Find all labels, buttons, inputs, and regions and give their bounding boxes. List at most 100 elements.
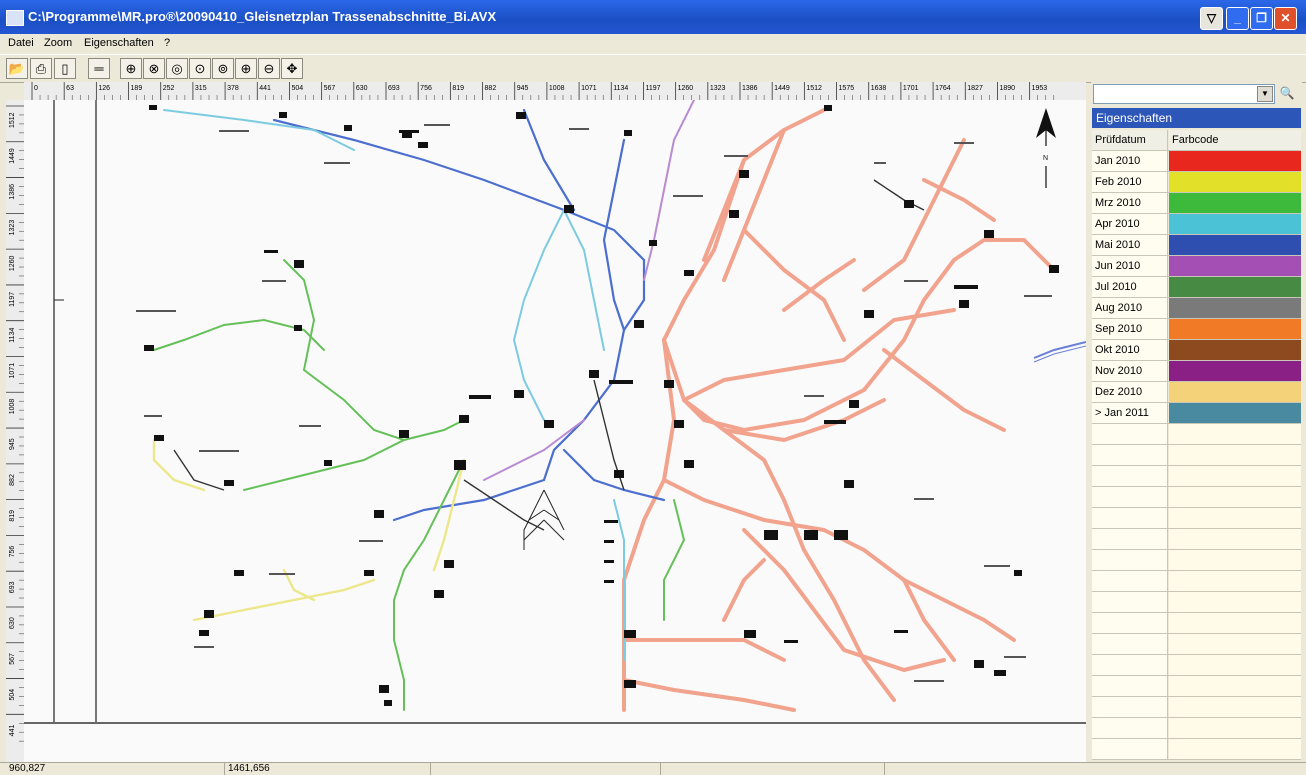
ruler-left-label: 1134 bbox=[9, 328, 16, 343]
zoom-extent-icon[interactable]: ⊙ bbox=[189, 58, 211, 79]
junction-detail bbox=[523, 489, 565, 550]
measure-icon[interactable]: ═ bbox=[88, 58, 110, 79]
empty-cell bbox=[1169, 466, 1301, 486]
legend-row[interactable]: Apr 2010 bbox=[1092, 214, 1301, 235]
status-cell-3 bbox=[430, 763, 660, 775]
ruler-top-label: 1323 bbox=[710, 85, 726, 92]
legend-color-swatch bbox=[1169, 277, 1301, 297]
ruler-top-label: 0 bbox=[34, 85, 38, 92]
zoom-previous-icon[interactable]: ⊚ bbox=[212, 58, 234, 79]
legend-row[interactable]: Jul 2010 bbox=[1092, 277, 1301, 298]
ruler-left-label: 1260 bbox=[9, 255, 16, 271]
legend-date-label: Nov 2010 bbox=[1092, 361, 1168, 381]
legend-empty-row bbox=[1092, 718, 1301, 739]
legend-date-label: Feb 2010 bbox=[1092, 172, 1168, 192]
ruler-top-label: 1890 bbox=[999, 85, 1015, 92]
blue-lines bbox=[272, 108, 666, 522]
print-preview-icon[interactable]: ▯ bbox=[54, 58, 76, 79]
ruler-top-label: 1512 bbox=[806, 85, 822, 92]
status-bar: 960,827 1461,656 bbox=[0, 762, 1306, 775]
legend-color-swatch bbox=[1169, 403, 1301, 423]
legend-color-swatch bbox=[1169, 172, 1301, 192]
window-title: C:\Programme\MR.pro®\20090410_Gleisnetzp… bbox=[28, 9, 497, 24]
ruler-top-label: 567 bbox=[324, 85, 336, 92]
empty-cell bbox=[1092, 508, 1168, 528]
ruler-top-label: 252 bbox=[163, 85, 175, 92]
ruler-left-label: 882 bbox=[9, 474, 16, 486]
ruler-top-label: 1134 bbox=[613, 85, 628, 92]
ruler-left-label: 819 bbox=[9, 510, 16, 522]
ruler-top-label: 882 bbox=[485, 85, 497, 92]
legend-date-label: Dez 2010 bbox=[1092, 382, 1168, 402]
legend-date-label: Okt 2010 bbox=[1092, 340, 1168, 360]
empty-cell bbox=[1092, 697, 1168, 717]
menu-zoom[interactable]: Zoom bbox=[44, 37, 72, 49]
legend-empty-row bbox=[1092, 445, 1301, 466]
menu-eigenschaften[interactable]: Eigenschaften bbox=[84, 37, 154, 49]
ruler-top-label: 63 bbox=[66, 85, 74, 92]
legend-empty-row bbox=[1092, 508, 1301, 529]
title-bar: C:\Programme\MR.pro®\20090410_Gleisnetzp… bbox=[0, 0, 1306, 34]
ruler-top-svg: 0 63 126 189 252 315 378 441 504 567 630 693 756 819 8… bbox=[31, 82, 1055, 100]
empty-cell bbox=[1092, 676, 1168, 696]
legend-color-swatch bbox=[1169, 298, 1301, 318]
ruler-left-label: 567 bbox=[9, 653, 16, 665]
empty-cell bbox=[1092, 718, 1168, 738]
legend-date-label: Jun 2010 bbox=[1092, 256, 1168, 276]
ruler-top-label: 441 bbox=[259, 85, 271, 92]
menu-help[interactable]: ? bbox=[164, 37, 170, 49]
zoom-window-icon[interactable]: ⊗ bbox=[143, 58, 165, 79]
ruler-left-label: 1386 bbox=[9, 184, 16, 200]
legend-empty-row bbox=[1092, 613, 1301, 634]
legend-empty-row bbox=[1092, 676, 1301, 697]
ruler-top: 0 63 126 189 252 315 378 441 504 567 630 693 756 819 8… bbox=[24, 82, 1086, 101]
legend-color-swatch bbox=[1169, 193, 1301, 213]
legend-row[interactable]: Mai 2010 bbox=[1092, 235, 1301, 256]
layer-select[interactable]: ▼ bbox=[1093, 84, 1275, 104]
legend-row[interactable]: Okt 2010 bbox=[1092, 340, 1301, 361]
zoom-in-icon[interactable]: ⊕ bbox=[235, 58, 257, 79]
legend-color-swatch bbox=[1169, 340, 1301, 360]
grid-header-row: Prüfdatum Farbcode bbox=[1092, 130, 1301, 151]
pan-icon[interactable]: ✥ bbox=[281, 58, 303, 79]
legend-row[interactable]: Dez 2010 bbox=[1092, 382, 1301, 403]
legend-date-label: Apr 2010 bbox=[1092, 214, 1168, 234]
ruler-top-label: 1701 bbox=[903, 85, 919, 92]
legend-row[interactable]: Jun 2010 bbox=[1092, 256, 1301, 277]
close-button[interactable]: ✕ bbox=[1274, 7, 1297, 30]
open-icon[interactable]: 📂 bbox=[6, 58, 28, 79]
maximize-button[interactable]: ❐ bbox=[1250, 7, 1273, 30]
column-header-color: Farbcode bbox=[1169, 130, 1301, 150]
ruler-top-label: 315 bbox=[195, 85, 207, 92]
print-icon[interactable]: ⎙ bbox=[30, 58, 52, 79]
zoom-out-small-icon[interactable]: ⊖ bbox=[258, 58, 280, 79]
ruler-left-label: 1323 bbox=[9, 220, 16, 236]
empty-cell bbox=[1092, 571, 1168, 591]
legend-row[interactable]: > Jan 2011 bbox=[1092, 403, 1301, 424]
legend-row[interactable]: Sep 2010 bbox=[1092, 319, 1301, 340]
north-arrow: N bbox=[1036, 108, 1056, 188]
map-canvas[interactable]: N bbox=[24, 100, 1086, 722]
zoom-icon[interactable]: ⊕ bbox=[120, 58, 142, 79]
zoom-out-icon[interactable]: ◎ bbox=[166, 58, 188, 79]
help-icon[interactable]: ▽ bbox=[1200, 7, 1223, 30]
ruler-top-label: 1575 bbox=[839, 85, 855, 92]
menu-datei[interactable]: Datei bbox=[8, 37, 34, 49]
legend-row[interactable]: Nov 2010 bbox=[1092, 361, 1301, 382]
legend-row[interactable]: Jan 2010 bbox=[1092, 151, 1301, 172]
empty-cell bbox=[1169, 739, 1301, 759]
empty-cell bbox=[1092, 739, 1168, 759]
chevron-down-icon[interactable]: ▼ bbox=[1257, 86, 1273, 102]
empty-cell bbox=[1092, 445, 1168, 465]
search-icon[interactable]: 🔍 bbox=[1277, 84, 1297, 102]
track-network-map[interactable]: N bbox=[24, 100, 1086, 722]
north-label: N bbox=[1043, 155, 1048, 162]
ruler-top-label: 504 bbox=[291, 85, 303, 92]
empty-cell bbox=[1092, 655, 1168, 675]
ruler-top-label: 1638 bbox=[871, 85, 887, 92]
empty-cell bbox=[1169, 613, 1301, 633]
legend-row[interactable]: Feb 2010 bbox=[1092, 172, 1301, 193]
minimize-button[interactable]: _ bbox=[1226, 7, 1249, 30]
legend-row[interactable]: Aug 2010 bbox=[1092, 298, 1301, 319]
legend-row[interactable]: Mrz 2010 bbox=[1092, 193, 1301, 214]
